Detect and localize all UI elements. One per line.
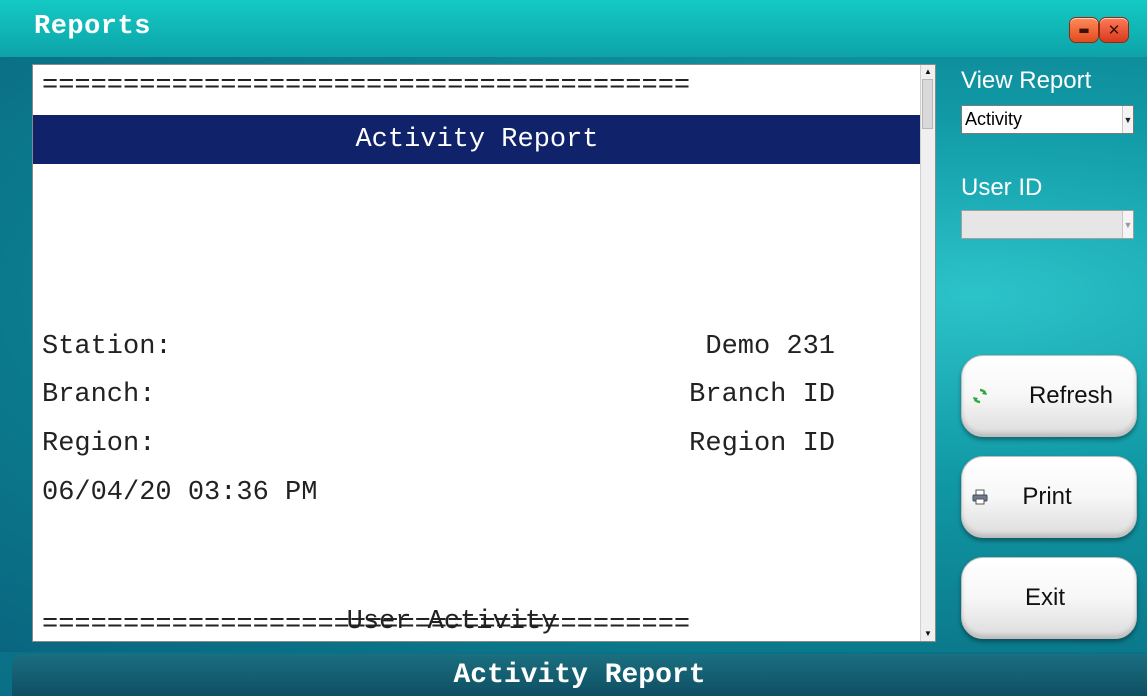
report-scrollbar[interactable]: ▲ ▼ bbox=[920, 65, 935, 641]
view-report-value: Activity bbox=[965, 109, 1023, 129]
branch-value: Branch ID bbox=[689, 380, 835, 410]
branch-label: Branch: bbox=[42, 380, 156, 410]
region-value: Region ID bbox=[689, 429, 835, 459]
dropdown-arrow-icon[interactable]: ▼ bbox=[1122, 106, 1133, 133]
user-id-label: User ID bbox=[961, 174, 1043, 201]
station-value: Demo 231 bbox=[705, 332, 835, 362]
exit-button[interactable]: Exit bbox=[961, 557, 1137, 639]
scrollbar-thumb[interactable] bbox=[922, 79, 933, 129]
refresh-label: Refresh bbox=[1028, 382, 1114, 409]
report-timestamp: 06/04/20 03:36 PM bbox=[42, 478, 318, 508]
view-report-select[interactable]: Activity ▼ bbox=[961, 105, 1134, 134]
dropdown-arrow-icon: ▼ bbox=[1122, 211, 1133, 238]
user-activity-heading: User Activity bbox=[346, 607, 558, 637]
printer-icon bbox=[972, 489, 988, 510]
refresh-button[interactable]: Refresh bbox=[961, 355, 1137, 437]
status-text: Activity Report bbox=[453, 659, 706, 691]
scroll-down-arrow-icon[interactable]: ▼ bbox=[924, 630, 932, 638]
window-title: Reports bbox=[34, 12, 151, 42]
title-bar: Reports ▬ ✕ bbox=[0, 0, 1147, 57]
print-label: Print bbox=[1022, 483, 1072, 510]
report-viewer[interactable]: ========================================… bbox=[32, 64, 936, 642]
report-rule-top: ======================================== bbox=[42, 71, 691, 101]
view-report-label: View Report bbox=[961, 67, 1092, 94]
scroll-up-arrow-icon[interactable]: ▲ bbox=[924, 68, 932, 76]
close-icon: ✕ bbox=[1107, 20, 1121, 39]
status-bar: Activity Report bbox=[12, 654, 1147, 696]
report-banner: Activity Report bbox=[33, 115, 921, 164]
report-banner-title: Activity Report bbox=[355, 124, 599, 155]
minimize-button[interactable]: ▬ bbox=[1070, 18, 1098, 42]
report-content: ========================================… bbox=[33, 65, 921, 641]
station-label: Station: bbox=[42, 332, 172, 362]
region-label: Region: bbox=[42, 429, 156, 459]
exit-label: Exit bbox=[1024, 584, 1065, 611]
close-button[interactable]: ✕ bbox=[1100, 18, 1128, 42]
minimize-icon: ▬ bbox=[1078, 23, 1090, 37]
refresh-icon bbox=[972, 388, 988, 409]
print-button[interactable]: Print bbox=[961, 456, 1137, 538]
user-id-select[interactable]: ▼ bbox=[961, 210, 1134, 239]
